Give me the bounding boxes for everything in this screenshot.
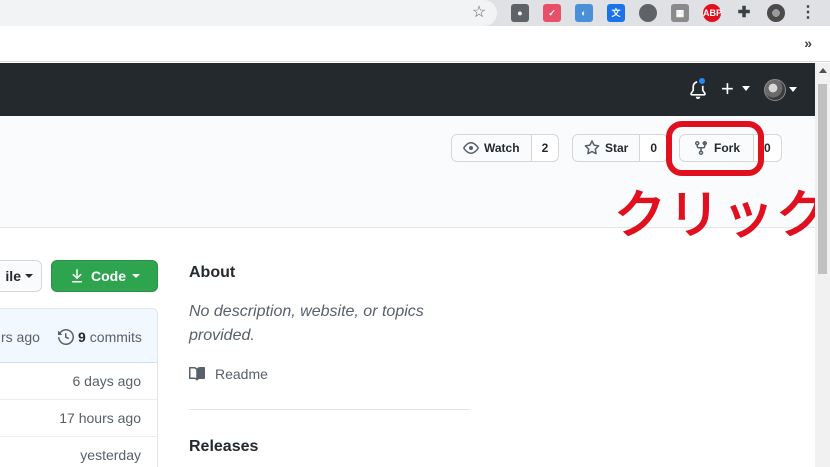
book-icon <box>189 366 205 381</box>
star-button-group: Star 0 <box>572 134 669 162</box>
commit-count: 9 <box>78 329 86 345</box>
github-header: + <box>0 63 815 116</box>
star-button[interactable]: Star <box>573 135 641 161</box>
star-icon <box>584 140 600 155</box>
latest-commit-bar: rs ago 9 commits <box>0 309 157 363</box>
browser-toolbar: ☆ ● ✓ ◐ 文 ▦ ABP ✚ ⋮ <box>0 0 830 26</box>
bookmark-star-icon[interactable]: ☆ <box>470 4 488 22</box>
watch-button[interactable]: Watch <box>452 135 532 161</box>
eye-icon <box>463 142 479 154</box>
about-heading: About <box>189 264 236 281</box>
file-table: rs ago 9 commits 6 days ago 17 hours ago… <box>0 308 158 467</box>
browser-menu-icon[interactable]: ⋮ <box>799 4 817 22</box>
watch-button-group: Watch 2 <box>451 134 560 162</box>
chevron-down-icon <box>132 274 140 278</box>
chevron-down-icon <box>742 86 750 91</box>
last-commit-time: rs ago <box>1 329 40 345</box>
divider <box>189 409 470 410</box>
palette-extension-icon[interactable]: ◐ <box>575 4 593 22</box>
puzzle-extension-icon[interactable]: ✚ <box>735 4 753 22</box>
readme-link[interactable]: Readme <box>189 366 268 382</box>
notification-indicator <box>697 76 707 86</box>
commit-count-label: commits <box>89 329 142 345</box>
code-label: Code <box>91 268 126 284</box>
chevron-down-icon <box>789 87 797 92</box>
about-description: No description, website, or topics provi… <box>189 303 424 344</box>
code-button[interactable]: Code <box>51 260 158 292</box>
table-row[interactable]: yesterday <box>0 437 157 467</box>
readme-label: Readme <box>215 366 268 382</box>
circle-extension-icon[interactable] <box>639 4 657 22</box>
file-age: yesterday <box>80 447 141 463</box>
releases-heading: Releases <box>189 438 259 455</box>
fork-highlight-box <box>666 121 764 176</box>
go-to-file-button[interactable]: ile <box>0 260 42 292</box>
file-age: 17 hours ago <box>59 410 141 426</box>
watch-label: Watch <box>484 141 520 155</box>
commits-link[interactable]: 9 commits <box>58 329 142 345</box>
user-avatar[interactable] <box>764 79 786 101</box>
scrollbar-thumb[interactable] <box>818 84 827 274</box>
click-annotation: クリック <box>614 186 830 246</box>
translate-extension-icon[interactable]: 文 <box>607 4 625 22</box>
table-row[interactable]: 6 days ago <box>0 363 157 400</box>
lightbulb-extension-icon[interactable]: ● <box>511 4 529 22</box>
bookmarks-overflow-button[interactable]: » <box>804 35 812 51</box>
bookmarks-bar: » <box>0 26 830 62</box>
table-row[interactable]: 17 hours ago <box>0 400 157 437</box>
file-age: 6 days ago <box>72 373 142 389</box>
history-icon <box>58 329 74 345</box>
board-extension-icon[interactable]: ▦ <box>671 4 689 22</box>
scroll-up-icon[interactable] <box>819 68 827 73</box>
profile-avatar-icon[interactable] <box>767 4 785 22</box>
chevron-down-icon <box>25 274 33 278</box>
download-icon <box>72 269 82 283</box>
star-label: Star <box>605 141 629 155</box>
create-new-button[interactable]: + <box>721 77 734 101</box>
star-count[interactable]: 0 <box>640 135 668 161</box>
watch-count[interactable]: 2 <box>531 135 559 161</box>
go-to-file-label: ile <box>5 268 21 284</box>
adblock-extension-icon[interactable]: ABP <box>703 4 722 22</box>
calendar-extension-icon[interactable]: ✓ <box>543 4 561 22</box>
address-bar[interactable] <box>0 0 497 26</box>
